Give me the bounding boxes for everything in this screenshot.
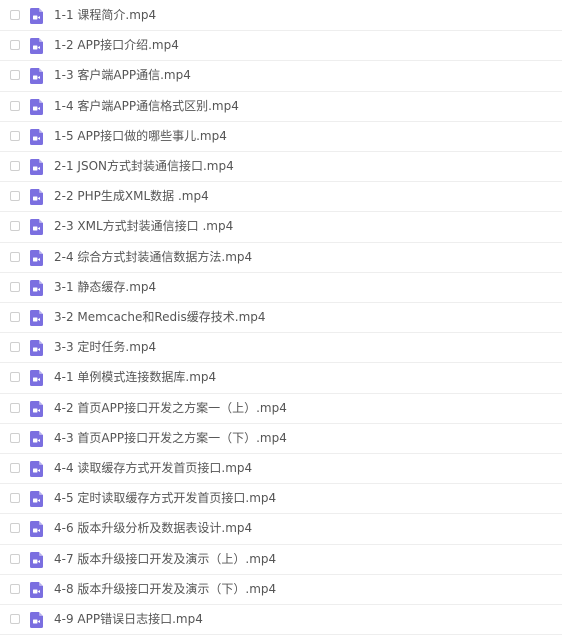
file-row[interactable]: 4-4 读取缓存方式开发首页接口.mp4 [0,454,562,485]
file-name[interactable]: 1-4 客户端APP通信格式区别.mp4 [54,98,239,114]
file-checkbox[interactable] [10,553,20,564]
file-name[interactable]: 4-9 APP错误日志接口.mp4 [54,611,203,627]
file-name[interactable]: 1-1 课程简介.mp4 [54,7,156,23]
file-row[interactable]: 4-5 定时读取缓存方式开发首页接口.mp4 [0,484,562,515]
file-checkbox[interactable] [10,342,20,353]
file-name[interactable]: 2-2 PHP生成XML数据 .mp4 [54,188,209,204]
file-row[interactable]: 4-1 单例模式连接数据库.mp4 [0,363,562,394]
file-row[interactable]: 1-3 客户端APP通信.mp4 [0,61,562,92]
file-checkbox[interactable] [10,463,20,473]
file-name[interactable]: 4-3 首页APP接口开发之方案一（下）.mp4 [54,430,287,446]
video-file-icon [30,159,43,175]
file-name[interactable]: 4-2 首页APP接口开发之方案一（上）.mp4 [54,400,287,416]
file-checkbox[interactable] [10,432,20,443]
file-name[interactable]: 4-7 版本升级接口开发及演示（上）.mp4 [54,551,276,567]
file-checkbox[interactable] [10,40,20,51]
file-checkbox[interactable] [10,221,20,232]
file-checkbox[interactable] [10,161,20,171]
video-file-icon [30,310,43,326]
file-name[interactable]: 3-2 Memcache和Redis缓存技术.mp4 [54,309,266,325]
video-file-icon [30,340,43,357]
file-row[interactable]: 2-2 PHP生成XML数据 .mp4 [0,182,562,213]
file-row[interactable]: 3-1 静态缓存.mp4 [0,273,562,303]
video-file-icon [30,612,43,628]
file-row[interactable]: 2-4 综合方式封装通信数据方法.mp4 [0,243,562,273]
file-name[interactable]: 1-2 APP接口介绍.mp4 [54,37,179,53]
file-row[interactable]: 4-3 首页APP接口开发之方案一（下）.mp4 [0,424,562,454]
video-file-icon [30,400,43,417]
video-file-icon [30,98,43,115]
video-file-icon [30,430,43,447]
file-name[interactable]: 2-1 JSON方式封装通信接口.mp4 [54,158,234,174]
file-name[interactable]: 3-1 静态缓存.mp4 [54,279,156,295]
file-checkbox[interactable] [10,402,20,413]
file-checkbox[interactable] [10,100,20,111]
file-list: 1-1 课程简介.mp4 1-2 APP接口介绍.mp4 1-3 客户端APP通信.… [0,0,562,636]
file-row[interactable]: 1-4 客户端APP通信格式区别.mp4 [0,92,562,122]
video-file-icon [30,581,43,598]
file-checkbox[interactable] [10,312,20,322]
file-checkbox[interactable] [10,493,20,504]
file-name[interactable]: 1-3 客户端APP通信.mp4 [54,67,191,83]
file-row[interactable]: 4-8 版本升级接口开发及演示（下）.mp4 [0,575,562,605]
file-name[interactable]: 4-6 版本升级分析及数据表设计.mp4 [54,520,252,536]
file-checkbox[interactable] [10,191,20,202]
file-row[interactable]: 1-2 APP接口介绍.mp4 [0,31,562,62]
file-checkbox[interactable] [10,10,20,20]
file-row[interactable]: 1-5 APP接口做的哪些事儿.mp4 [0,122,562,152]
file-name[interactable]: 4-4 读取缓存方式开发首页接口.mp4 [54,460,252,476]
file-name[interactable]: 3-3 定时任务.mp4 [54,339,156,355]
file-row[interactable]: 4-2 首页APP接口开发之方案一（上）.mp4 [0,394,562,424]
file-checkbox[interactable] [10,372,20,383]
video-file-icon [30,279,43,296]
video-file-icon [30,249,43,266]
file-row[interactable]: 3-3 定时任务.mp4 [0,333,562,364]
file-name[interactable]: 2-3 XML方式封装通信接口 .mp4 [54,218,233,234]
file-checkbox[interactable] [10,281,20,292]
file-checkbox[interactable] [10,130,20,141]
video-file-icon [30,491,43,508]
video-file-icon [30,551,43,568]
file-checkbox[interactable] [10,70,20,81]
file-name[interactable]: 4-1 单例模式连接数据库.mp4 [54,369,216,385]
video-file-icon [30,8,43,24]
file-row[interactable]: 1-1 课程简介.mp4 [0,1,562,32]
video-file-icon [30,68,43,85]
file-name[interactable]: 4-8 版本升级接口开发及演示（下）.mp4 [54,581,276,597]
file-row[interactable]: 2-3 XML方式封装通信接口 .mp4 [0,212,562,243]
file-row[interactable]: 4-9 APP错误日志接口.mp4 [0,605,562,636]
file-row[interactable]: 4-7 版本升级接口开发及演示（上）.mp4 [0,545,562,575]
video-file-icon [30,38,43,55]
video-file-icon [30,189,43,206]
video-file-icon [30,461,43,477]
video-file-icon [30,219,43,236]
file-row[interactable]: 4-6 版本升级分析及数据表设计.mp4 [0,514,562,545]
file-name[interactable]: 4-5 定时读取缓存方式开发首页接口.mp4 [54,490,276,506]
file-checkbox[interactable] [10,251,20,262]
file-name[interactable]: 1-5 APP接口做的哪些事儿.mp4 [54,128,227,144]
file-checkbox[interactable] [10,614,20,624]
video-file-icon [30,521,43,538]
video-file-icon [30,370,43,387]
video-file-icon [30,128,43,145]
file-checkbox[interactable] [10,583,20,594]
file-row[interactable]: 2-1 JSON方式封装通信接口.mp4 [0,152,562,183]
file-checkbox[interactable] [10,523,20,534]
file-name[interactable]: 2-4 综合方式封装通信数据方法.mp4 [54,249,252,265]
file-row[interactable]: 3-2 Memcache和Redis缓存技术.mp4 [0,303,562,334]
